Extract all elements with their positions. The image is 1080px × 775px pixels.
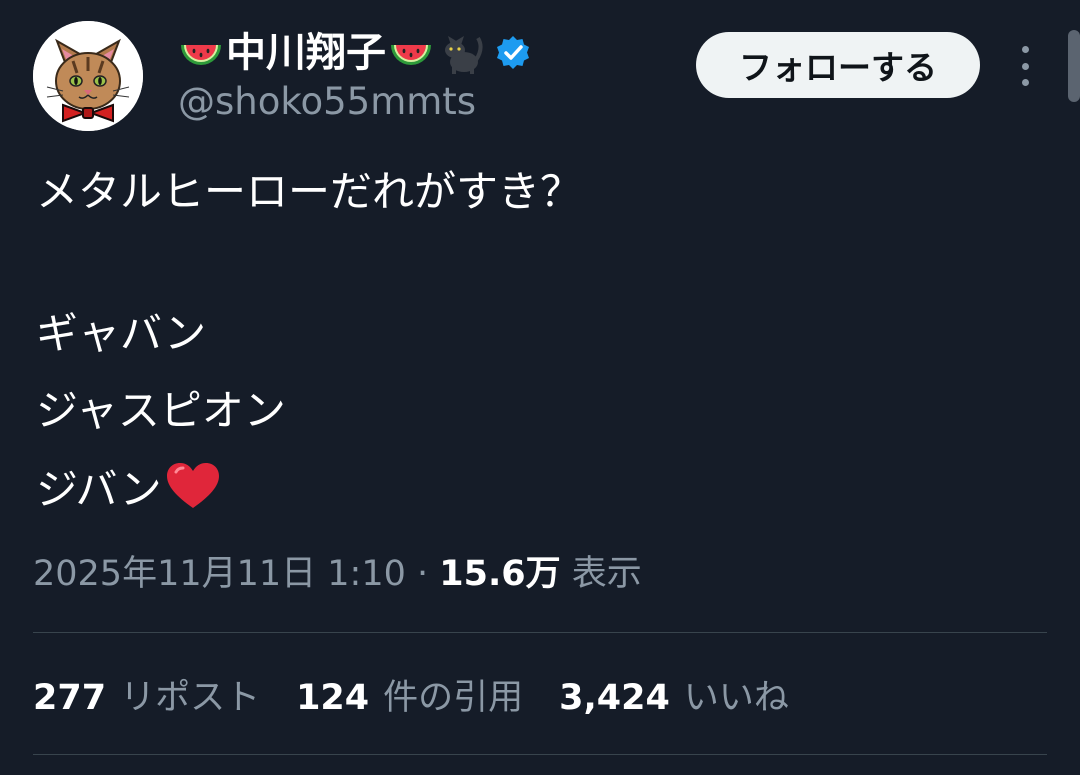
watermelon-icon bbox=[388, 33, 434, 73]
reposts-stat[interactable]: 277 リポスト bbox=[33, 670, 260, 726]
quotes-count: 124 bbox=[296, 678, 370, 718]
user-handle[interactable]: @shoko55mmts bbox=[178, 80, 476, 124]
quotes-label: 件の引用 bbox=[383, 678, 524, 718]
dot bbox=[1021, 79, 1029, 86]
black-cat-icon bbox=[440, 30, 484, 76]
watermelon-icon bbox=[178, 33, 224, 73]
avatar[interactable] bbox=[33, 21, 143, 131]
follow-button[interactable]: フォローする bbox=[696, 32, 980, 98]
reposts-count: 277 bbox=[33, 678, 107, 718]
tweet-text-line: ジャスピオン bbox=[36, 386, 286, 435]
quotes-stat[interactable]: 124 件の引用 bbox=[296, 670, 523, 726]
likes-label: いいね bbox=[683, 678, 789, 718]
views-label: 表示 bbox=[560, 554, 642, 594]
red-heart-icon bbox=[164, 460, 222, 512]
dot bbox=[1021, 46, 1029, 53]
tweet-text-line: ギャバン bbox=[36, 309, 207, 358]
cat-avatar-image bbox=[33, 21, 143, 131]
display-name[interactable]: 中川翔子 bbox=[226, 28, 386, 78]
divider bbox=[33, 754, 1047, 755]
tweet-page: 中川翔子 @shoko55mmts フォローする メタルヒーローだれがすき？ ギ… bbox=[0, 0, 1080, 775]
likes-stat[interactable]: 3,424 いいね bbox=[559, 670, 789, 726]
tweet-text: ジバン bbox=[36, 465, 162, 514]
views-count: 15.6万 bbox=[439, 554, 561, 594]
more-options-icon[interactable] bbox=[1011, 46, 1039, 86]
verified-badge-icon[interactable] bbox=[494, 34, 532, 72]
meta-separator: · bbox=[405, 554, 440, 594]
tweet-text-line: メタルヒーローだれがすき？ bbox=[36, 167, 583, 216]
dot bbox=[1021, 62, 1029, 70]
divider bbox=[33, 632, 1047, 633]
display-name-row[interactable]: 中川翔子 bbox=[178, 28, 532, 78]
tweet-meta: 2025年11月11日 1:10 · 15.6万 表示 bbox=[33, 548, 642, 600]
tweet-timestamp[interactable]: 2025年11月11日 1:10 bbox=[33, 554, 406, 594]
reposts-label: リポスト bbox=[120, 678, 261, 718]
likes-count: 3,424 bbox=[559, 678, 670, 718]
scrollbar-thumb[interactable] bbox=[1068, 30, 1080, 102]
tweet-text-line-last: ジバン bbox=[36, 460, 222, 518]
engagement-stats: 277 リポスト 124 件の引用 3,424 いいね bbox=[33, 670, 825, 726]
